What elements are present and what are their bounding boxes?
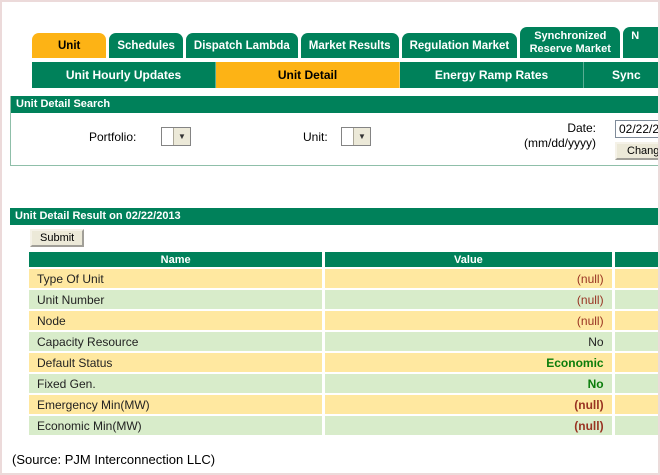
cell-name: Type Of Unit xyxy=(29,269,322,288)
cell-value: Economic xyxy=(325,353,611,372)
table-header-extra xyxy=(615,252,660,267)
tab-dispatch-lambda[interactable]: Dispatch Lambda xyxy=(186,33,298,58)
unit-label: Unit: xyxy=(303,130,328,144)
cell-name: Default Status xyxy=(29,353,322,372)
subtab-unit-detail[interactable]: Unit Detail xyxy=(216,62,400,88)
table-row: Unit Number (null) xyxy=(29,290,660,309)
unit-detail-result-panel: Unit Detail Result on 02/22/2013 Submit … xyxy=(10,208,660,437)
cell-name: Capacity Resource xyxy=(29,332,322,351)
tab-schedules[interactable]: Schedules xyxy=(109,33,183,58)
table-row: Emergency Min(MW) (null) xyxy=(29,395,660,414)
portfolio-label: Portfolio: xyxy=(89,130,136,144)
tab-clipped-right-label: N xyxy=(631,30,639,42)
tab-clipped-right[interactable]: N xyxy=(623,27,660,58)
source-caption: (Source: PJM Interconnection LLC) xyxy=(12,452,215,467)
tab-unit-label: Unit xyxy=(58,40,80,52)
subtab-energy-ramp-rates-label: Energy Ramp Rates xyxy=(435,68,548,82)
chevron-down-icon[interactable]: ▼ xyxy=(173,128,190,145)
date-input[interactable] xyxy=(615,120,660,138)
cell-name: Fixed Gen. xyxy=(29,374,322,393)
tab-synchronized-reserve-market[interactable]: Synchronized Reserve Market xyxy=(520,27,620,58)
unit-detail-search-panel: Unit Detail Search Portfolio: ▼ Unit: ▼ … xyxy=(10,96,660,166)
tab-unit[interactable]: Unit xyxy=(32,33,106,58)
cell-name: Emergency Min(MW) xyxy=(29,395,322,414)
tab-regulation-market-label: Regulation Market xyxy=(410,40,510,52)
result-panel-title: Unit Detail Result on 02/22/2013 xyxy=(10,208,660,225)
cell-value: (null) xyxy=(325,416,611,435)
tab-market-results[interactable]: Market Results xyxy=(301,33,399,58)
table-header-name: Name xyxy=(29,252,322,267)
subtab-unit-hourly-updates-label: Unit Hourly Updates xyxy=(66,68,181,82)
search-panel-title: Unit Detail Search xyxy=(11,96,660,113)
date-label: Date: xyxy=(466,121,596,136)
unit-select[interactable]: ▼ xyxy=(341,127,371,146)
tab-synchronized-reserve-market-label: Synchronized Reserve Market xyxy=(530,30,611,55)
app-content: Unit Schedules Dispatch Lambda Market Re… xyxy=(10,2,660,437)
cell-value: (null) xyxy=(325,269,611,288)
submit-button[interactable]: Submit xyxy=(30,229,84,247)
unit-detail-table: Name Value Type Of Unit (null) Unit Numb… xyxy=(26,250,660,437)
cell-extra xyxy=(615,374,660,393)
cell-extra xyxy=(615,269,660,288)
table-row: Node (null) xyxy=(29,311,660,330)
table-row: Default Status Economic xyxy=(29,353,660,372)
cell-extra xyxy=(615,290,660,309)
window: Unit Schedules Dispatch Lambda Market Re… xyxy=(0,0,660,475)
tab-schedules-label: Schedules xyxy=(117,40,175,52)
table-row: Type Of Unit (null) xyxy=(29,269,660,288)
search-form: Portfolio: ▼ Unit: ▼ Date: (mm/dd/yyyy) … xyxy=(11,113,660,165)
portfolio-select[interactable]: ▼ xyxy=(161,127,191,146)
cell-extra xyxy=(615,332,660,351)
table-row: Economic Min(MW) (null) xyxy=(29,416,660,435)
cell-value: (null) xyxy=(325,395,611,414)
chevron-down-icon[interactable]: ▼ xyxy=(353,128,370,145)
cell-extra xyxy=(615,395,660,414)
subtab-energy-ramp-rates[interactable]: Energy Ramp Rates xyxy=(400,62,584,88)
tab-dispatch-lambda-label: Dispatch Lambda xyxy=(194,40,290,52)
table-header-value: Value xyxy=(325,252,611,267)
date-format-label: (mm/dd/yyyy) xyxy=(466,136,596,151)
subtab-unit-hourly-updates[interactable]: Unit Hourly Updates xyxy=(32,62,216,88)
table-row: Capacity Resource No xyxy=(29,332,660,351)
cell-extra xyxy=(615,311,660,330)
cell-name: Node xyxy=(29,311,322,330)
cell-name: Unit Number xyxy=(29,290,322,309)
cell-value: No xyxy=(325,374,611,393)
cell-extra xyxy=(615,353,660,372)
tab-regulation-market[interactable]: Regulation Market xyxy=(402,33,518,58)
subtab-sync-clipped[interactable]: Sync xyxy=(584,62,660,88)
table-row: Fixed Gen. No xyxy=(29,374,660,393)
subtab-sync-clipped-label: Sync xyxy=(612,68,641,82)
subtab-unit-detail-label: Unit Detail xyxy=(278,68,337,82)
cell-value: (null) xyxy=(325,311,611,330)
cell-value: (null) xyxy=(325,290,611,309)
sub-tab-bar: Unit Hourly Updates Unit Detail Energy R… xyxy=(32,62,660,88)
cell-extra xyxy=(615,416,660,435)
change-button[interactable]: Change xyxy=(615,142,660,160)
tab-market-results-label: Market Results xyxy=(309,40,391,52)
cell-value: No xyxy=(325,332,611,351)
main-tab-bar: Unit Schedules Dispatch Lambda Market Re… xyxy=(32,26,660,58)
table-header-row: Name Value xyxy=(29,252,660,267)
date-label-block: Date: (mm/dd/yyyy) xyxy=(466,121,596,151)
cell-name: Economic Min(MW) xyxy=(29,416,322,435)
